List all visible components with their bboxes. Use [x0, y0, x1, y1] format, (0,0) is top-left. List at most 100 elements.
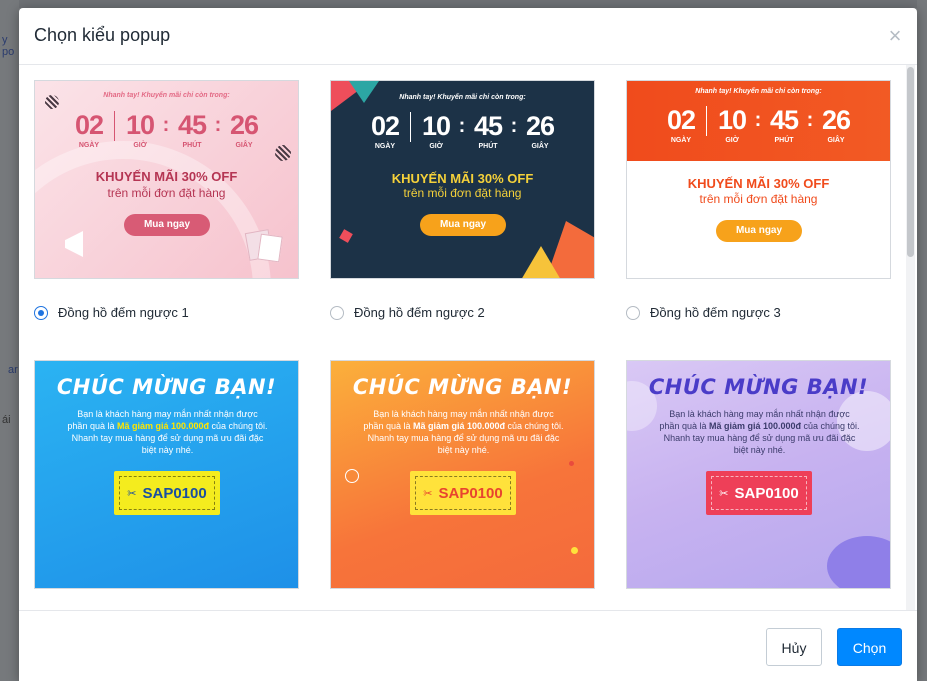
promo-text: KHUYẾN MÃI 30% OFF	[95, 169, 238, 184]
background-fragment: ái	[2, 414, 11, 426]
countdown-headline: Nhanh tay! Khuyến mãi chỉ còn trong:	[399, 94, 526, 101]
background-left-panel: y po ar ái	[0, 0, 19, 681]
scrollbar-thumb[interactable]	[907, 67, 914, 257]
decor-arc	[35, 141, 271, 278]
background-right-panel	[917, 0, 927, 681]
popup-style-modal: Chọn kiểu popup × Nhanh tay! Khuyến mãi …	[19, 8, 917, 681]
coupon-code: SAP0100	[438, 484, 503, 502]
countdown-minutes: 45	[473, 111, 503, 141]
coupon-code-badge: ✂ SAP0100	[114, 471, 220, 515]
countdown-seconds: 26	[525, 111, 555, 141]
coupon-text-line: Nhanh tay mua hàng để sử dụng mã ưu đãi …	[367, 433, 560, 443]
scissors-icon: ✂	[423, 487, 433, 500]
coupon-text-line: biệt này nhé.	[141, 445, 194, 455]
coupon-text-line: phần quà là Mã giảm giá 100.000đ của chú…	[363, 421, 564, 431]
option-label: Đồng hồ đếm ngược 3	[650, 305, 781, 320]
template-preview-countdown-2[interactable]: Nhanh tay! Khuyến mãi chỉ còn trong: 02 N…	[330, 80, 595, 279]
promo-subtext: trên mỗi đơn đặt hàng	[403, 186, 522, 200]
radio-icon[interactable]	[626, 305, 640, 320]
shopping-bag-icon	[257, 233, 283, 263]
label-minutes: PHÚT	[774, 137, 794, 144]
coupon-text-line: biệt này nhé.	[437, 445, 490, 455]
decor-blob	[827, 536, 890, 588]
buy-now-button: Mua ngay	[420, 214, 506, 236]
label-minutes: PHÚT	[478, 143, 498, 150]
option-countdown-3[interactable]: Đồng hồ đếm ngược 3	[626, 305, 781, 320]
label-hours: GIỜ	[725, 137, 739, 144]
label-hours: GIỜ	[429, 143, 443, 150]
buy-now-button: Mua ngay	[124, 214, 210, 236]
background-topbar	[0, 0, 927, 8]
coupon-code: SAP0100	[142, 484, 207, 502]
select-button[interactable]: Chọn	[837, 628, 902, 666]
countdown-days: 02	[370, 111, 400, 141]
countdown-timer: 02 NGÀY 10 GIỜ : 45 PHÚT : 26 GIÂY	[35, 111, 298, 149]
radio-selected-icon[interactable]	[34, 305, 48, 320]
coupon-text-line: phần quà là Mã giảm giá 100.000đ của chú…	[659, 421, 860, 431]
option-label: Đồng hồ đếm ngược 2	[354, 305, 485, 320]
scissors-icon: ✂	[719, 487, 729, 500]
coupon-title: CHÚC MỪNG BẠN!	[352, 375, 573, 399]
coupon-title: CHÚC MỪNG BẠN!	[56, 375, 277, 399]
background-fragment: ar	[8, 364, 18, 376]
label-seconds: GIÂY	[531, 143, 549, 150]
promo-subtext: trên mỗi đơn đặt hàng	[107, 186, 226, 200]
coupon-text-line: biệt này nhé.	[733, 445, 786, 455]
radio-icon[interactable]	[330, 305, 344, 320]
promo-subtext: trên mỗi đơn đặt hàng	[699, 192, 818, 206]
close-icon[interactable]: ×	[883, 24, 907, 48]
coupon-code-badge: ✂ SAP0100	[410, 471, 516, 515]
countdown-seconds: 26	[821, 105, 851, 135]
countdown-headline: Nhanh tay! Khuyến mãi chỉ còn trong:	[695, 88, 822, 95]
option-countdown-1[interactable]: Đồng hồ đếm ngược 1	[34, 305, 189, 320]
template-preview-coupon-2[interactable]: CHÚC MỪNG BẠN! Bạn là khách hàng may mắn…	[330, 360, 595, 589]
countdown-hours: 10	[421, 111, 451, 141]
modal-footer: Hủy Chọn	[19, 610, 917, 681]
countdown-headline: Nhanh tay! Khuyến mãi chỉ còn trong:	[103, 92, 230, 99]
countdown-timer: 02 NGÀY 10 GIỜ : 45 PHÚT : 26 GIÂY	[331, 112, 594, 150]
label-minutes: PHÚT	[182, 142, 202, 149]
countdown-minutes: 45	[769, 105, 799, 135]
coupon-text-line: Bạn là khách hàng may mắn nhất nhận được	[77, 409, 258, 419]
coupon-text-line: Bạn là khách hàng may mắn nhất nhận được	[669, 409, 850, 419]
label-hours: GIỜ	[133, 142, 147, 149]
label-seconds: GIÂY	[235, 142, 253, 149]
option-label: Đồng hồ đếm ngược 1	[58, 305, 189, 320]
decor-confetti	[339, 229, 353, 243]
coupon-text-line: phần quà là Mã giảm giá 100.000đ của chú…	[67, 421, 268, 431]
promo-text: KHUYẾN MÃI 30% OFF	[687, 176, 830, 191]
label-days: NGÀY	[78, 142, 100, 149]
coupon-description: Bạn là khách hàng may mắn nhất nhận được…	[341, 408, 586, 456]
label-days: NGÀY	[374, 143, 396, 150]
coupon-code: SAP0100	[734, 484, 799, 502]
template-preview-countdown-1[interactable]: Nhanh tay! Khuyến mãi chỉ còn trong: 02 N…	[34, 80, 299, 279]
countdown-days: 02	[74, 110, 104, 140]
option-countdown-2[interactable]: Đồng hồ đếm ngược 2	[330, 305, 485, 320]
template-preview-countdown-3[interactable]: Nhanh tay! Khuyến mãi chỉ còn trong: 02 N…	[626, 80, 891, 279]
countdown-seconds: 26	[229, 110, 259, 140]
promo-text: KHUYẾN MÃI 30% OFF	[391, 171, 534, 186]
background-fragment: y po	[2, 34, 15, 58]
coupon-description: Bạn là khách hàng may mắn nhất nhận được…	[637, 408, 882, 456]
cancel-button[interactable]: Hủy	[766, 628, 822, 666]
countdown-hours: 10	[125, 110, 155, 140]
template-preview-coupon-3[interactable]: CHÚC MỪNG BẠN! Bạn là khách hàng may mắn…	[626, 360, 891, 589]
decor-dot	[569, 461, 574, 466]
coupon-text-line: Nhanh tay mua hàng để sử dụng mã ưu đãi …	[663, 433, 856, 443]
countdown-timer: 02 NGÀY 10 GIỜ : 45 PHÚT : 26 GIÂY	[627, 106, 890, 144]
countdown-hours: 10	[717, 105, 747, 135]
coupon-title: CHÚC MỪNG BẠN!	[648, 375, 869, 399]
scissors-icon: ✂	[127, 487, 137, 500]
countdown-minutes: 45	[177, 110, 207, 140]
decor-dot	[571, 547, 578, 554]
coupon-text-line: Bạn là khách hàng may mắn nhất nhận được	[373, 409, 554, 419]
modal-header: Chọn kiểu popup ×	[19, 8, 917, 65]
coupon-code-badge: ✂ SAP0100	[706, 471, 812, 515]
template-preview-coupon-1[interactable]: CHÚC MỪNG BẠN! Bạn là khách hàng may mắn…	[34, 360, 299, 589]
modal-body: Nhanh tay! Khuyến mãi chỉ còn trong: 02 N…	[19, 65, 917, 610]
label-seconds: GIÂY	[827, 137, 845, 144]
decor-circle	[345, 469, 359, 483]
coupon-text-line: Nhanh tay mua hàng để sử dụng mã ưu đãi …	[71, 433, 264, 443]
coupon-description: Bạn là khách hàng may mắn nhất nhận được…	[45, 408, 290, 456]
modal-title: Chọn kiểu popup	[34, 25, 171, 45]
